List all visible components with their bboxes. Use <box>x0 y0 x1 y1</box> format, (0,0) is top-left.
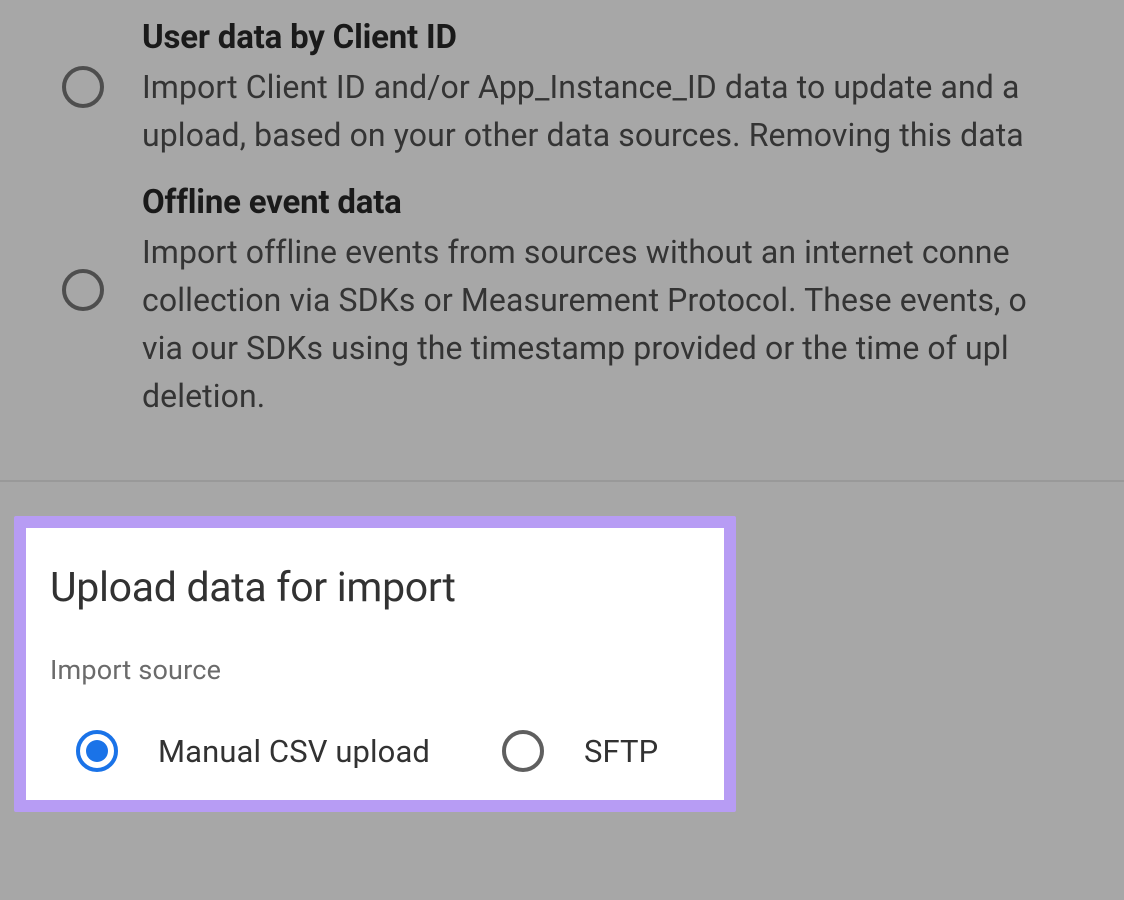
radio-unselected-icon[interactable] <box>502 730 544 772</box>
import-source-radio-group: Manual CSV upload SFTP <box>50 730 700 772</box>
radio-manual-csv-upload[interactable]: Manual CSV upload <box>76 730 430 772</box>
highlight-border: Upload data for import Import source Man… <box>14 516 736 812</box>
radio-unselected-icon[interactable] <box>62 269 104 311</box>
upload-section-background: Upload data for import Import source Man… <box>0 482 1124 852</box>
option-user-data-client-id[interactable]: User data by Client ID Import Client ID … <box>62 18 1124 159</box>
radio-unselected-icon[interactable] <box>62 66 104 108</box>
radio-selected-icon[interactable] <box>76 730 118 772</box>
option-text-block: Offline event data Import offline events… <box>142 183 1124 420</box>
upload-data-card: Upload data for import Import source Man… <box>26 528 724 800</box>
option-title: Offline event data <box>142 183 1124 222</box>
option-description: Import offline events from sources witho… <box>142 228 1124 420</box>
import-source-label: Import source <box>50 654 700 686</box>
radio-label: Manual CSV upload <box>158 733 430 770</box>
card-title: Upload data for import <box>50 564 700 612</box>
radio-sftp[interactable]: SFTP <box>502 730 658 772</box>
option-text-block: User data by Client ID Import Client ID … <box>142 18 1124 159</box>
option-offline-event-data[interactable]: Offline event data Import offline events… <box>62 183 1124 420</box>
option-description: Import Client ID and/or App_Instance_ID … <box>142 63 1124 159</box>
radio-selected-dot-icon <box>86 740 108 762</box>
data-type-options-section: User data by Client ID Import Client ID … <box>0 0 1124 420</box>
radio-label: SFTP <box>584 733 658 770</box>
option-title: User data by Client ID <box>142 18 1124 57</box>
